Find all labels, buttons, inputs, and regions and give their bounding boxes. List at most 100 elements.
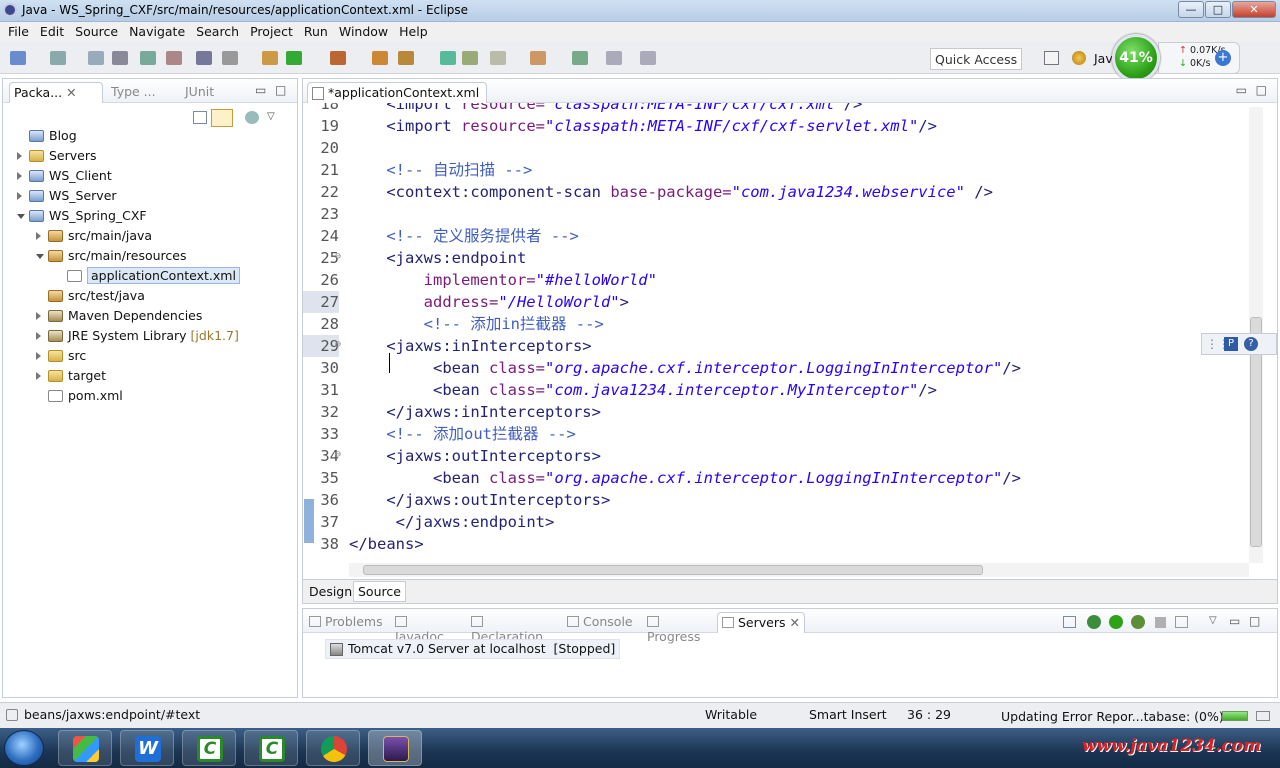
minimize-button[interactable]: —: [1178, 1, 1204, 18]
editor-tab-applicationcontext[interactable]: *applicationContext.xml ✕: [307, 82, 487, 115]
tree-item[interactable]: src/main/resources: [3, 247, 297, 267]
code-line[interactable]: 35 <bean class="org.apache.cxf.intercept…: [303, 467, 1243, 489]
start-button[interactable]: [4, 730, 44, 766]
expanded-arrow-icon[interactable]: [36, 254, 44, 259]
minimize-view-icon[interactable]: ▭: [255, 83, 266, 97]
close-tab-icon[interactable]: ✕: [786, 615, 799, 630]
code-line[interactable]: 33 <!-- 添加out拦截器 -->: [303, 423, 1243, 445]
code-line[interactable]: 36 </jaxws:outInterceptors>: [303, 489, 1243, 511]
code-line[interactable]: 30 <bean class="org.apache.cxf.intercept…: [303, 357, 1243, 379]
debug-icon[interactable]: [222, 51, 238, 65]
code-line[interactable]: 34 ⊖ <jaxws:outInterceptors>: [303, 445, 1243, 467]
collapsed-arrow-icon[interactable]: [17, 152, 22, 160]
maximize-panel-icon[interactable]: □: [1249, 614, 1260, 628]
open-type-icon[interactable]: [166, 51, 182, 65]
taskbar-camtasia-2[interactable]: C: [244, 730, 298, 766]
explorer-tab-2[interactable]: JUnit: [181, 82, 249, 103]
code-line[interactable]: 23: [303, 203, 1243, 225]
taskbar-eclipse[interactable]: [368, 730, 422, 766]
tree-item[interactable]: pom.xml: [3, 387, 297, 407]
collapsed-arrow-icon[interactable]: [17, 192, 22, 200]
coverage-icon[interactable]: [286, 51, 302, 65]
close-tab-icon[interactable]: ✕: [62, 85, 76, 100]
menu-run[interactable]: Run: [304, 22, 336, 42]
taskbar-wps-writer[interactable]: W: [120, 730, 174, 766]
menu-search[interactable]: Search: [196, 22, 247, 42]
code-line[interactable]: 18 <import resource="classpath:META-INF/…: [303, 103, 1243, 115]
tree-item[interactable]: WS_Server: [3, 187, 297, 207]
status-insert-mode[interactable]: Smart Insert: [809, 707, 887, 722]
plus-icon[interactable]: +: [1215, 50, 1231, 66]
publish-icon[interactable]: [1175, 616, 1188, 628]
close-button[interactable]: ✕: [1232, 1, 1276, 18]
collapse-icon[interactable]: [1063, 616, 1076, 628]
print-icon[interactable]: [112, 51, 128, 65]
new-icon[interactable]: [10, 51, 26, 65]
code-line[interactable]: 22 <context:component-scan base-package=…: [303, 181, 1243, 203]
tree-item[interactable]: Blog: [3, 127, 297, 147]
annotation-icon[interactable]: [440, 51, 456, 65]
expanded-arrow-icon[interactable]: [17, 214, 25, 219]
maximize-editor-icon[interactable]: □: [1256, 83, 1267, 97]
open-task-icon[interactable]: [398, 51, 414, 65]
next-annotation-icon[interactable]: [490, 51, 506, 65]
bottom-tab-declaration[interactable]: Declaration: [467, 612, 559, 644]
bottom-tab-progress[interactable]: Progress: [643, 612, 713, 644]
prev-annotation-icon[interactable]: [530, 51, 546, 65]
status-background-job[interactable]: Updating Error Repor...tabase: (0%): [1001, 709, 1224, 724]
source-tab[interactable]: Source: [353, 581, 406, 602]
collapsed-arrow-icon[interactable]: [36, 352, 41, 360]
code-line[interactable]: 29 ⊖ <jaxws:inInterceptors>: [303, 335, 1243, 357]
tree-item[interactable]: src/main/java: [3, 227, 297, 247]
tree-item[interactable]: JRE System Library [jdk1.7]: [3, 327, 297, 347]
external-tools-icon[interactable]: [330, 51, 346, 65]
code-line[interactable]: 26 implementor="#helloWorld": [303, 269, 1243, 291]
code-line[interactable]: 37 </jaxws:endpoint>: [303, 511, 1243, 533]
bottom-tab-console[interactable]: Console: [563, 612, 639, 633]
code-line[interactable]: 32 </jaxws:inInterceptors>: [303, 401, 1243, 423]
link-editor-icon[interactable]: [211, 109, 233, 127]
navigate-icon[interactable]: [462, 51, 478, 65]
collapsed-arrow-icon[interactable]: [36, 232, 41, 240]
code-line[interactable]: 19 <import resource="classpath:META-INF/…: [303, 115, 1243, 137]
help-icon[interactable]: ?: [1244, 337, 1258, 351]
menu-source[interactable]: Source: [75, 22, 126, 42]
maximize-button[interactable]: □: [1205, 1, 1231, 18]
code-line[interactable]: 31 <bean class="com.java1234.interceptor…: [303, 379, 1243, 401]
code-line[interactable]: 24 <!-- 定义服务提供者 -->: [303, 225, 1243, 247]
code-line[interactable]: 27 address="/HelloWorld">: [303, 291, 1243, 313]
last-edit-icon[interactable]: [640, 51, 656, 65]
tree-item[interactable]: WS_Spring_CXF: [3, 207, 297, 227]
stop-server-icon[interactable]: [1155, 617, 1166, 628]
code-line[interactable]: 38 </beans>: [303, 533, 1243, 555]
tree-item[interactable]: src: [3, 347, 297, 367]
start-server-icon[interactable]: [1109, 615, 1123, 629]
p-icon[interactable]: P: [1224, 337, 1238, 351]
taskbar-chrome[interactable]: [306, 730, 360, 766]
profile-server-icon[interactable]: [1131, 615, 1145, 629]
save-all-icon[interactable]: [88, 51, 104, 65]
code-area[interactable]: 18 <import resource="classpath:META-INF/…: [303, 103, 1249, 571]
forward-icon[interactable]: [606, 51, 622, 65]
explorer-tab-1[interactable]: Type ...: [107, 82, 177, 103]
new-server-icon[interactable]: [372, 51, 388, 65]
collapsed-arrow-icon[interactable]: [17, 172, 22, 180]
menu-navigate[interactable]: Navigate: [129, 22, 193, 42]
taskbar-camtasia-1[interactable]: C: [182, 730, 236, 766]
memory-meter[interactable]: 41%: [1112, 34, 1160, 82]
bottom-tab-servers[interactable]: Servers ✕: [717, 612, 805, 633]
fold-toggle-icon[interactable]: ⊖: [335, 246, 341, 268]
code-line[interactable]: 20: [303, 137, 1243, 159]
progress-view-icon[interactable]: [1256, 711, 1270, 721]
fold-toggle-icon[interactable]: ⊖: [335, 444, 341, 466]
menu-window[interactable]: Window: [339, 22, 396, 42]
java-perspective-button[interactable]: Java: [1044, 46, 1120, 72]
maximize-view-icon[interactable]: □: [275, 83, 286, 97]
tree-item[interactable]: applicationContext.xml: [3, 267, 297, 287]
build-icon[interactable]: [140, 51, 156, 65]
back-icon[interactable]: [572, 51, 588, 65]
collapsed-arrow-icon[interactable]: [36, 312, 41, 320]
server-row-tomcat[interactable]: Tomcat v7.0 Server at localhost [Stopped…: [325, 639, 621, 659]
menu-project[interactable]: Project: [250, 22, 301, 42]
taskbar-app-1[interactable]: [58, 730, 112, 766]
